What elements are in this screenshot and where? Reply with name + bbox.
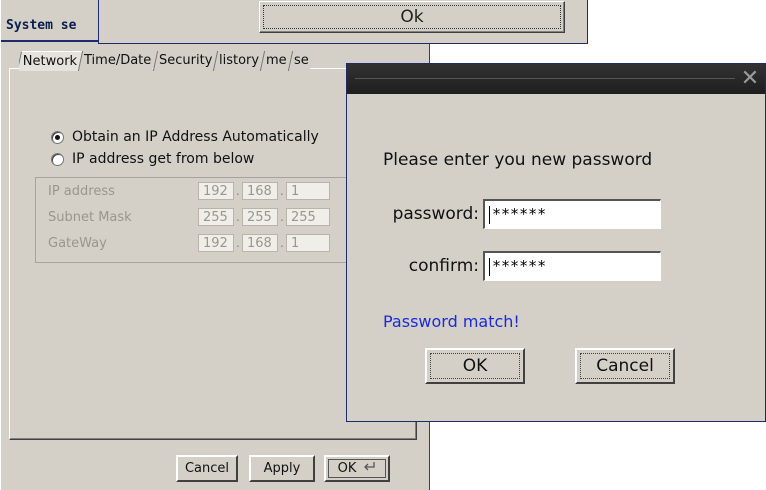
text-cursor bbox=[489, 205, 490, 224]
titlebar-rule bbox=[355, 78, 735, 79]
ip-settings-group: IP address 192 . 168 . 1 Subnet Mask 255… bbox=[35, 177, 347, 263]
focus-ring bbox=[430, 353, 520, 379]
top-ok-button[interactable]: Ok bbox=[259, 1, 565, 33]
focus-ring bbox=[580, 353, 670, 379]
octet-separator: . bbox=[280, 210, 284, 224]
gateway-label: GateWay bbox=[48, 236, 107, 251]
gateway-row: GateWay 192 . 168 . 1 bbox=[36, 234, 348, 256]
radio-obtain-automatically[interactable]: Obtain an IP Address Automatically bbox=[51, 129, 319, 145]
octet-separator: . bbox=[236, 210, 240, 224]
radio-auto-label: Obtain an IP Address Automatically bbox=[72, 129, 319, 145]
radio-unselected-icon[interactable] bbox=[51, 152, 64, 166]
password-field[interactable]: ****** bbox=[483, 199, 661, 229]
ip-octet-3[interactable]: 1 bbox=[286, 182, 330, 200]
subnet-octet-3[interactable]: 255 bbox=[286, 208, 330, 226]
octet-separator: . bbox=[236, 184, 240, 198]
subnet-mask-row: Subnet Mask 255 . 255 . 255 bbox=[36, 208, 348, 230]
subnet-octet-1[interactable]: 255 bbox=[198, 208, 234, 226]
radio-manual-label: IP address get from below bbox=[72, 151, 255, 167]
octet-separator: . bbox=[280, 184, 284, 198]
ip-address-row: IP address 192 . 168 . 1 bbox=[36, 182, 348, 204]
gateway-octet-2[interactable]: 168 bbox=[242, 234, 278, 252]
gateway-octet-3[interactable]: 1 bbox=[286, 234, 330, 252]
octet-separator: . bbox=[280, 236, 284, 250]
tab-strip: Network Time/Date Security listory me se bbox=[19, 51, 349, 71]
window-title: System se bbox=[1, 12, 99, 40]
dialog-titlebar[interactable]: ✕ bbox=[347, 64, 765, 94]
tab-history[interactable]: listory bbox=[212, 51, 265, 71]
ip-octet-1[interactable]: 192 bbox=[198, 182, 234, 200]
focus-ring bbox=[263, 5, 561, 29]
subnet-octet-2[interactable]: 255 bbox=[242, 208, 278, 226]
tab-time-date[interactable]: Time/Date bbox=[78, 51, 157, 71]
confirm-label: confirm: bbox=[408, 256, 479, 276]
radio-selected-icon[interactable] bbox=[51, 130, 64, 144]
ok-button[interactable]: OK bbox=[324, 455, 390, 482]
close-icon[interactable]: ✕ bbox=[739, 68, 761, 90]
octet-separator: . bbox=[236, 236, 240, 250]
tab-me[interactable]: me bbox=[259, 51, 292, 71]
text-cursor bbox=[489, 257, 490, 276]
gateway-octet-1[interactable]: 192 bbox=[198, 234, 234, 252]
ip-octet-2[interactable]: 168 bbox=[242, 182, 278, 200]
ip-address-label: IP address bbox=[48, 184, 115, 199]
cancel-button[interactable]: Cancel bbox=[176, 455, 238, 482]
password-dialog: ✕ Please enter you new password password… bbox=[346, 63, 766, 422]
password-label: password: bbox=[392, 204, 479, 224]
radio-ip-from-below[interactable]: IP address get from below bbox=[51, 151, 254, 167]
password-match-status: Password match! bbox=[383, 312, 520, 331]
apply-button[interactable]: Apply bbox=[249, 455, 315, 482]
subnet-mask-label: Subnet Mask bbox=[48, 210, 132, 225]
dialog-ok-button[interactable]: OK bbox=[425, 348, 525, 384]
dialog-cancel-button[interactable]: Cancel bbox=[575, 348, 675, 384]
tab-network[interactable]: Network bbox=[19, 51, 83, 71]
password-prompt: Please enter you new password bbox=[383, 150, 653, 170]
tab-se[interactable]: se bbox=[287, 51, 314, 71]
confirm-field[interactable]: ****** bbox=[483, 251, 661, 281]
focus-ring bbox=[328, 459, 386, 478]
tab-security[interactable]: Security bbox=[152, 51, 218, 71]
background-message-window: Ok bbox=[98, 0, 588, 44]
